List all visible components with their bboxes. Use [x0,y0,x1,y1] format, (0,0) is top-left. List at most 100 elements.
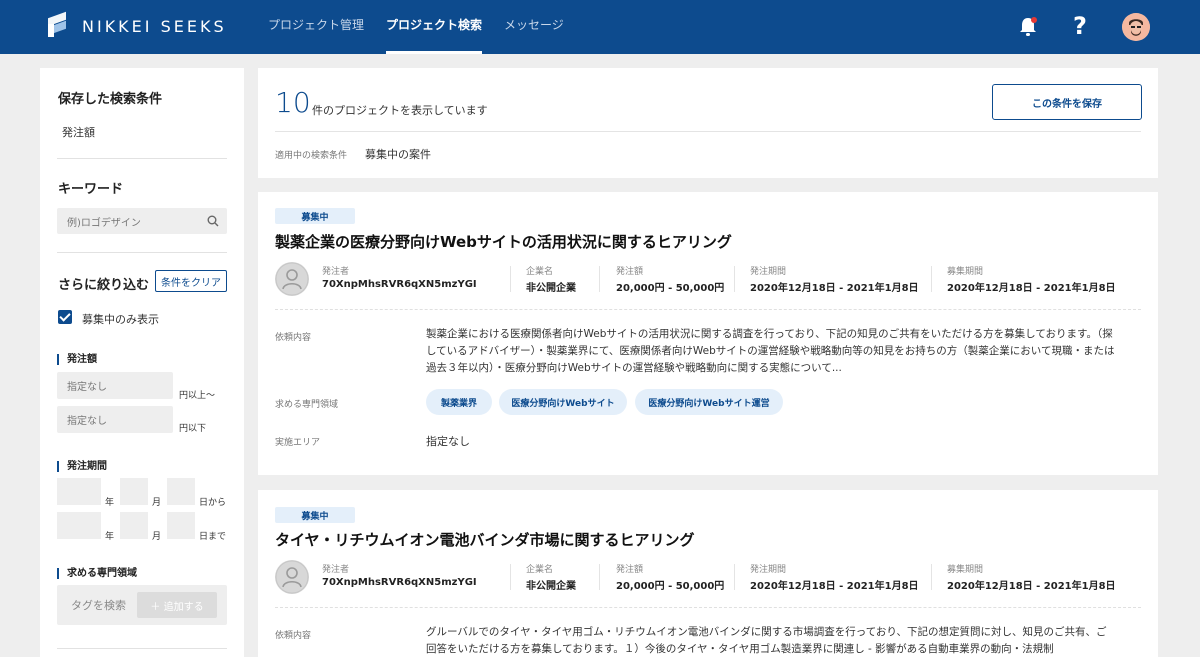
search-icon[interactable] [207,215,219,227]
recruit-label: 募集期間 [947,565,984,575]
orderer-label: 発注者 [322,565,350,575]
meta-separator [599,266,600,292]
month-label: 月 [152,498,162,508]
amount-min-input[interactable]: 指定なし [57,372,173,399]
amount-value: 20,000円 - 50,000円 [616,581,725,592]
nav-project-management[interactable]: プロジェクト管理 [268,0,364,54]
logo-mark-icon [48,11,68,37]
saved-condition-item[interactable]: 発注額 [62,124,95,140]
divider [275,131,1141,132]
to-label: 日まで [199,532,227,542]
year-label: 年 [105,532,115,542]
orderer-avatar [275,560,309,594]
to-day-input[interactable] [167,512,195,539]
meta-separator [734,564,735,590]
keyword-placeholder: 例)ロゴデザイン [67,217,141,229]
year-label: 年 [105,498,115,508]
keyword-input[interactable]: 例)ロゴデザイン [57,208,227,234]
tag-search-placeholder: タグを検索 [71,599,126,612]
clear-filters-button[interactable]: 条件をクリア [155,270,227,292]
help-icon[interactable]: ? [1073,12,1087,40]
status-badge: 募集中 [275,507,355,523]
amount-label: 発注額 [616,565,644,575]
applied-conditions-value: 募集中の案件 [365,148,431,161]
project-title[interactable]: 製薬企業の医療分野向けWebサイトの活用状況に関するヒアリング [275,231,732,252]
main-nav: プロジェクト管理 プロジェクト検索 メッセージ [268,0,586,54]
only-open-label: 募集中のみ表示 [82,313,159,326]
project-card[interactable]: 募集中 タイヤ・リチウムイオン電池バインダ市場に関するヒアリング 発注者 70X… [258,490,1158,657]
period-label: 発注期間 [750,565,787,575]
from-month-input[interactable] [120,478,148,505]
meta-separator [510,266,511,292]
save-condition-button[interactable]: この条件を保存 [992,84,1142,120]
amount-label: 発注額 [616,267,644,277]
divider [275,607,1141,608]
meta-separator [931,564,932,590]
logo-text: NIKKEI SEEKS [82,16,227,36]
period-label: 発注期間 [750,267,787,277]
desc-label: 依頼内容 [275,333,312,343]
month-label: 月 [152,532,162,542]
filter-title: さらに絞り込む [58,278,150,293]
amount-max-suffix: 円以下 [179,424,207,434]
divider [57,252,227,253]
to-month-input[interactable] [120,512,148,539]
company-label: 企業名 [526,267,554,277]
nav-project-search[interactable]: プロジェクト検索 [386,0,483,54]
period-section-title: 発注期間 [57,461,107,472]
divider [275,309,1141,310]
field-tag[interactable]: 医療分野向けWebサイト運営 [635,389,783,415]
notification-bell-icon[interactable] [1018,16,1038,38]
nav-messages[interactable]: メッセージ [504,0,564,54]
orderer-value: 70XnpMhsRVR6qXN5mzYGI [322,279,477,290]
recruit-value: 2020年12月18日 - 2021年1月8日 [947,283,1116,294]
company-value: 非公開企業 [526,581,576,592]
top-navigation-bar: NIKKEI SEEKS プロジェクト管理 プロジェクト検索 メッセージ ? [0,0,1200,54]
amount-max-input[interactable]: 指定なし [57,406,173,433]
meta-separator [599,564,600,590]
meta-separator [510,564,511,590]
from-label: 日から [199,498,227,508]
divider [57,158,227,159]
keyword-title: キーワード [58,182,124,197]
orderer-label: 発注者 [322,267,350,277]
user-placeholder-icon [275,262,309,296]
period-value: 2020年12月18日 - 2021年1月8日 [750,581,919,592]
add-tag-button[interactable]: ＋ 追加する [137,592,217,618]
field-tag[interactable]: 医療分野向けWebサイト [499,389,627,415]
saved-conditions-title: 保存した検索条件 [58,92,163,107]
field-section-title: 求める専門領域 [57,568,137,579]
user-face-icon [1122,13,1150,41]
recruit-value: 2020年12月18日 - 2021年1月8日 [947,581,1116,592]
result-count-text: 件のプロジェクトを表示しています [312,104,488,117]
logo[interactable]: NIKKEI SEEKS [48,11,227,37]
project-title[interactable]: タイヤ・リチウムイオン電池バインダ市場に関するヒアリング [275,529,695,550]
only-open-checkbox[interactable] [58,310,72,324]
status-badge: 募集中 [275,208,355,224]
from-day-input[interactable] [167,478,195,505]
from-year-input[interactable] [57,478,101,505]
amount-section-title: 発注額 [57,354,97,365]
tag-search-input[interactable]: タグを検索 ＋ 追加する [57,585,227,625]
desc-text: 製薬企業における医療関係者向けWebサイトの活用状況に関する調査を行っており、下… [426,328,1115,374]
desc-label: 依頼内容 [275,631,312,641]
amount-min-suffix: 円以上〜 [179,391,216,401]
amount-min-placeholder: 指定なし [67,382,107,393]
company-label: 企業名 [526,565,554,575]
orderer-value: 70XnpMhsRVR6qXN5mzYGI [322,577,477,588]
user-avatar[interactable] [1122,13,1150,41]
field-tag[interactable]: 製薬業界 [426,389,492,415]
divider [57,648,227,649]
result-count: 10 [275,86,311,119]
user-placeholder-icon [275,560,309,594]
amount-value: 20,000円 - 50,000円 [616,283,725,294]
company-value: 非公開企業 [526,283,576,294]
area-value: 指定なし [426,435,470,448]
project-card[interactable]: 募集中 製薬企業の医療分野向けWebサイトの活用状況に関するヒアリング 発注者 … [258,192,1158,475]
applied-conditions-label: 適用中の検索条件 [275,151,348,161]
meta-separator [931,266,932,292]
results-summary: 10 件のプロジェクトを表示しています この条件を保存 適用中の検索条件 募集中… [258,68,1158,178]
to-year-input[interactable] [57,512,101,539]
period-value: 2020年12月18日 - 2021年1月8日 [750,283,919,294]
orderer-avatar [275,262,309,296]
